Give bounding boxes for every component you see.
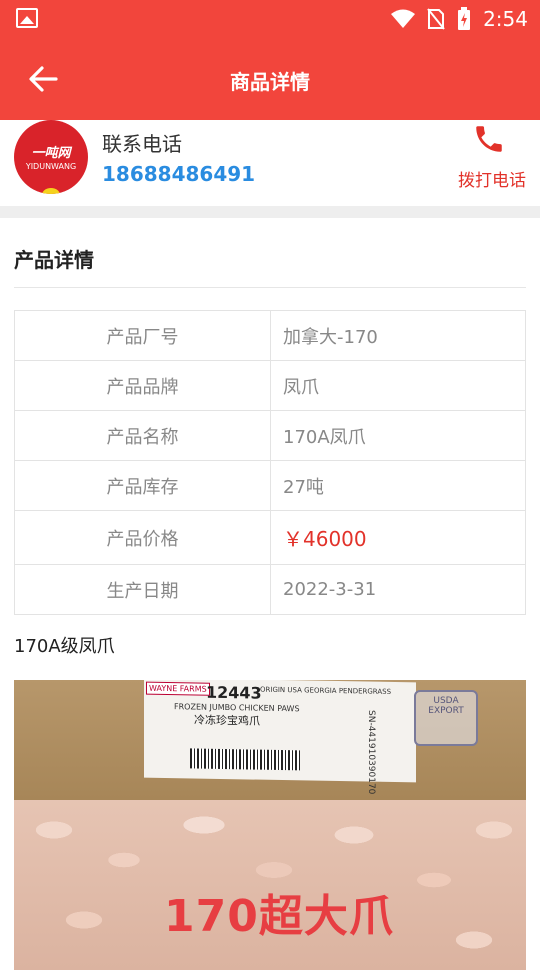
- photo-overlay-text: 170超大爪: [164, 891, 394, 942]
- detail-key: 产品品牌: [14, 360, 271, 411]
- detail-key: 产品库存: [14, 460, 271, 511]
- table-row: 生产日期 2022-3-31: [14, 564, 526, 615]
- carton-origin: ORIGIN USA GEORGIA PENDERGRASS: [260, 685, 392, 696]
- call-label: 拨打电话: [458, 171, 526, 191]
- battery-charging-icon: [458, 7, 471, 30]
- table-row: 产品名称 170A凤爪: [14, 410, 526, 461]
- detail-value: 2022-3-31: [270, 564, 526, 615]
- detail-value: 170A凤爪: [270, 410, 526, 461]
- app-header: 商品详情: [0, 38, 540, 120]
- detail-value: 加拿大-170: [270, 310, 526, 361]
- barcode: [190, 748, 300, 771]
- detail-value: 27吨: [270, 460, 526, 511]
- table-row: 产品厂号 加拿大-170: [14, 310, 526, 361]
- logo-subtext: YIDUNWANG: [25, 162, 77, 171]
- detail-key: 产品厂号: [14, 310, 271, 361]
- detail-key: 产品价格: [14, 510, 271, 565]
- product-description: 170A级凤爪: [14, 636, 115, 657]
- status-time: 2:54: [483, 7, 528, 31]
- seller-logo: 一吨网 YIDUNWANG: [14, 120, 88, 194]
- table-row: 产品品牌 凤爪: [14, 360, 526, 411]
- logo-accent: [42, 188, 60, 194]
- carton-product-cn: 冷冻珍宝鸡爪: [194, 713, 260, 728]
- section-title: 产品详情: [14, 248, 94, 272]
- detail-key: 产品名称: [14, 410, 271, 461]
- usda-stamp: USDA EXPORT: [414, 690, 478, 746]
- detail-key: 生产日期: [14, 564, 271, 615]
- title-underline: [14, 287, 526, 288]
- call-button[interactable]: 拨打电话: [452, 120, 526, 194]
- logo-text: 一吨网: [31, 146, 71, 161]
- page-title: 商品详情: [230, 70, 310, 94]
- section-divider: [0, 206, 540, 218]
- table-row: 产品库存 27吨: [14, 460, 526, 511]
- serial-number: SN-441910390170: [366, 710, 376, 795]
- table-row: 产品价格 ￥46000: [14, 510, 526, 565]
- carton-number: 12443: [206, 682, 262, 703]
- wifi-icon: [391, 9, 416, 28]
- detail-value: 凤爪: [270, 360, 526, 411]
- product-photo[interactable]: WAYNE FARMS 12443 ORIGIN USA GEORGIA PEN…: [14, 680, 526, 970]
- no-sim-icon: [427, 8, 445, 30]
- phone-icon: [476, 126, 502, 152]
- carton-brand: WAYNE FARMS: [146, 681, 210, 696]
- contact-label: 联系电话: [102, 132, 182, 156]
- gallery-icon: [16, 8, 38, 28]
- price-value: ￥46000: [270, 510, 526, 565]
- product-details-table: 产品厂号 加拿大-170 产品品牌 凤爪 产品名称 170A凤爪 产品库存 27…: [14, 310, 526, 615]
- phone-number[interactable]: 18688486491: [102, 162, 255, 186]
- status-bar: 2:54: [0, 0, 540, 38]
- contact-section: 一吨网 YIDUNWANG 联系电话 18688486491 拨打电话: [0, 120, 540, 206]
